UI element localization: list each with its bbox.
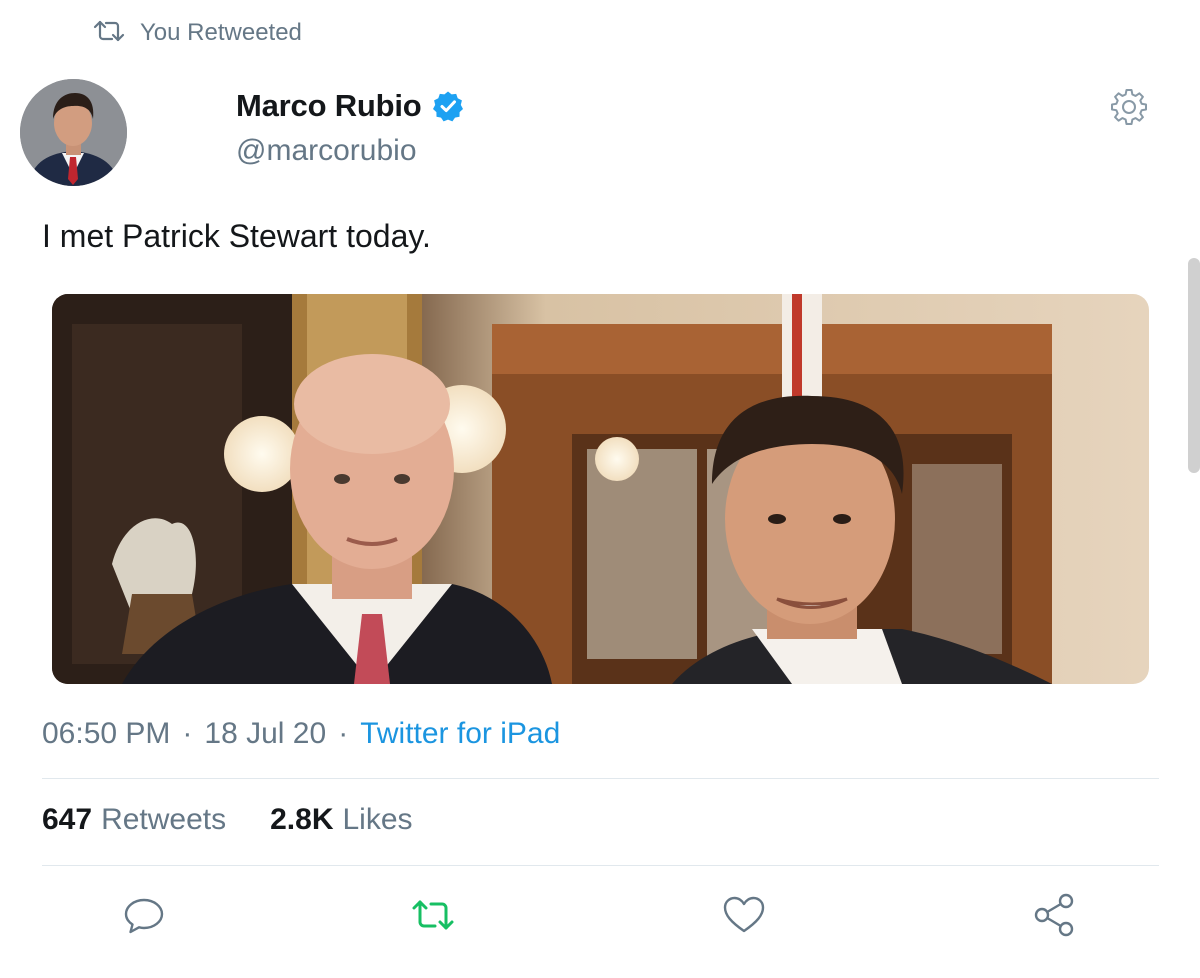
likes-stat[interactable]: 2.8K Likes <box>270 803 412 837</box>
retweets-label: Retweets <box>101 803 227 836</box>
tweet-photo[interactable] <box>52 294 1149 684</box>
tweet-source-link[interactable]: Twitter for iPad <box>360 717 560 751</box>
tweet-text: I met Patrick Stewart today. <box>42 218 431 254</box>
retweet-context: You Retweeted <box>92 16 302 50</box>
divider <box>42 778 1159 779</box>
meta-separator: · <box>182 717 193 750</box>
author-name-row: Marco Rubio <box>236 84 464 128</box>
tweet-time: 06:50 PM <box>42 717 171 750</box>
author-name[interactable]: Marco Rubio <box>236 88 422 124</box>
share-icon[interactable] <box>1032 892 1078 938</box>
retweet-context-label: You Retweeted <box>140 19 302 46</box>
retweet-icon[interactable] <box>410 892 456 938</box>
like-icon[interactable] <box>721 892 767 938</box>
retweets-count: 647 <box>42 803 93 836</box>
tweet-date: 18 Jul 20 <box>204 717 327 750</box>
divider <box>42 865 1159 866</box>
verified-badge-icon <box>432 90 464 122</box>
retweets-stat[interactable]: 647 Retweets <box>42 803 226 837</box>
likes-count: 2.8K <box>270 803 334 836</box>
meta-separator: · <box>338 717 349 750</box>
avatar[interactable] <box>20 79 127 186</box>
reply-icon[interactable] <box>121 892 167 938</box>
likes-label: Likes <box>342 803 413 836</box>
tweet-meta: 06:50 PM · 18 Jul 20 · Twitter for iPad <box>42 717 560 751</box>
gear-icon[interactable] <box>1110 88 1148 126</box>
author-handle[interactable]: @marcorubio <box>236 134 417 168</box>
retweet-icon <box>92 18 126 49</box>
tweet-stats: 647 Retweets 2.8K Likes <box>42 803 413 837</box>
scrollbar[interactable] <box>1188 258 1200 473</box>
